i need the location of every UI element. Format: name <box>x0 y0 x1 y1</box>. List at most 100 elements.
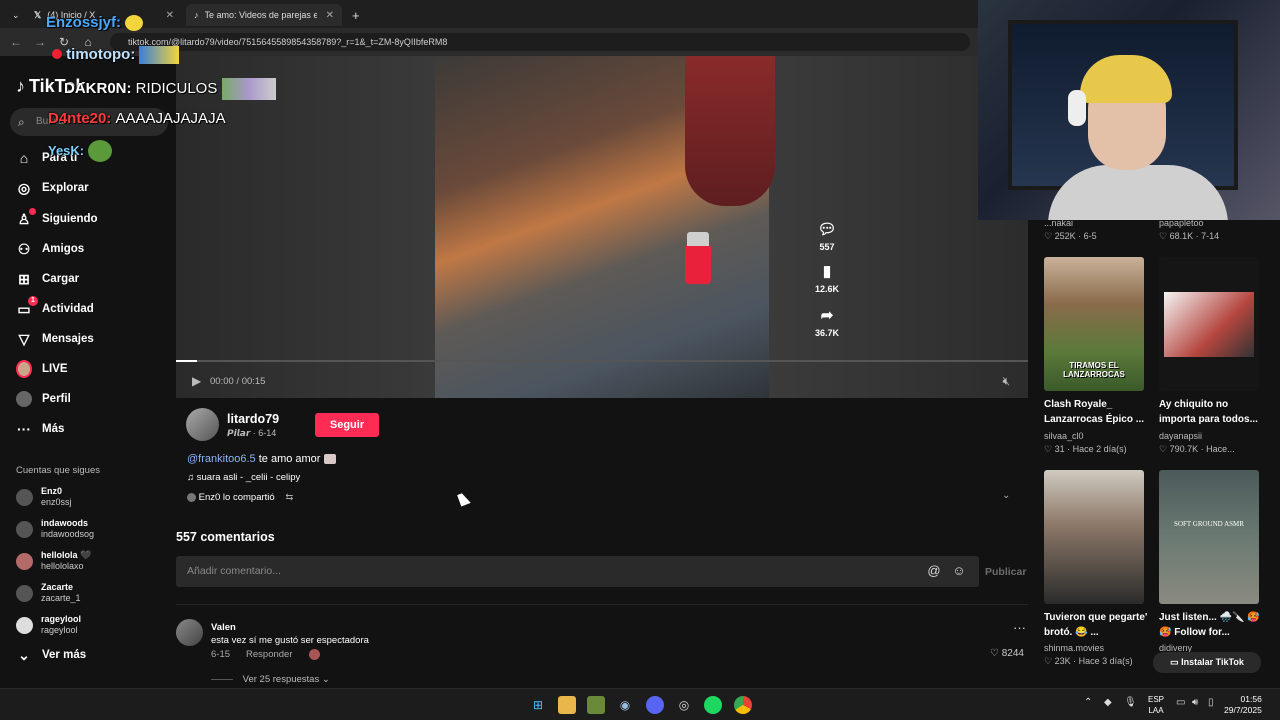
install-tiktok-button[interactable]: ▭ Instalar TikTok <box>1153 652 1261 673</box>
system-clock[interactable]: 01:56 29/7/2025 <box>1224 694 1262 716</box>
publish-button[interactable]: Publicar <box>985 566 1026 578</box>
sticker-icon <box>323 454 336 465</box>
mention-link[interactable]: @frankitoo6.5 <box>187 453 256 465</box>
discord-icon[interactable] <box>646 696 664 714</box>
minecraft-icon[interactable] <box>587 696 605 714</box>
related-title[interactable]: Just listen... 🌧️🔪 🥵🥵 Follow for... <box>1159 610 1265 640</box>
following-name: Enz0 <box>41 486 63 496</box>
spotify-icon[interactable] <box>704 696 722 714</box>
follow-button[interactable]: Seguir <box>315 413 379 437</box>
microphone-icon[interactable]: 🎙︎ <box>1124 697 1137 708</box>
video-progress-bar[interactable] <box>176 360 1028 362</box>
forward-button[interactable]: → <box>32 34 48 50</box>
following-handle: enz0ssj <box>41 497 72 507</box>
related-thumbnail[interactable]: SOFT GROUND ASMR <box>1159 470 1259 604</box>
related-title[interactable]: Tuvieron que pegarte' brotó. 😂 ... <box>1044 610 1150 640</box>
view-replies-button[interactable]: Ver 25 respuestas ⌄ <box>211 674 330 685</box>
video-player[interactable]: ▶ 00:00 / 00:15 🔇︎ <box>176 56 1028 398</box>
sidebar-item-label: Mensajes <box>42 333 94 345</box>
windows-start-icon[interactable]: ⊞ <box>529 696 547 714</box>
avatar <box>16 552 33 570</box>
comment-input[interactable]: Añadir comentario... <box>176 556 979 587</box>
related-thumbnail[interactable]: TIRAMOS EL LANZARROCAS <box>1044 257 1144 391</box>
sidebar-item-label: Actividad <box>42 303 94 315</box>
sidebar-item-siguiendo[interactable]: ♙ Siguiendo <box>16 208 98 230</box>
steam-icon[interactable]: ◉ <box>616 696 634 714</box>
sidebar-item-label: Explorar <box>42 182 89 194</box>
sidebar-item-mas[interactable]: ··· Más <box>16 418 64 440</box>
video-blur-background <box>176 56 435 398</box>
related-author[interactable]: shinma.movies <box>1044 643 1104 653</box>
more-icon[interactable]: ··· <box>1013 620 1026 635</box>
emote-icon <box>221 78 276 100</box>
avatar <box>16 616 33 634</box>
author-avatar[interactable] <box>186 408 219 441</box>
notification-dot <box>29 208 36 215</box>
sidebar-item-explorar[interactable]: ◎ Explorar <box>16 177 89 199</box>
sidebar-item-label: Más <box>42 423 65 435</box>
related-title[interactable]: Clash Royale_ Lanzarrocas Épico ... <box>1044 397 1150 427</box>
mention-icon[interactable]: @ <box>927 564 941 578</box>
x-logo-icon: 𝕏 <box>34 9 42 20</box>
arrow-left-icon: ← <box>10 35 22 49</box>
reply-button[interactable]: Responder <box>246 649 292 660</box>
video-frame <box>435 56 775 398</box>
emote-icon <box>88 140 113 162</box>
play-icon[interactable]: ▶ <box>192 374 201 388</box>
related-meta: ♡ 790.7K · Hace... <box>1159 444 1235 454</box>
browser-tab-bar: ⌄ 𝕏 (4) Inicio / X ✕ ♪ Te amo: Videos de… <box>0 0 978 28</box>
obs-icon[interactable]: ◎ <box>675 696 693 714</box>
file-explorer-icon[interactable] <box>558 696 576 714</box>
language-indicator[interactable]: ESP LAA <box>1148 694 1164 716</box>
see-more-button[interactable]: ⌄ Ver más <box>16 644 86 666</box>
sidebar-item-actividad[interactable]: ▭ 1 Actividad <box>16 296 94 320</box>
music-link[interactable]: ♫ suara asli - _celii - celipy <box>187 472 300 483</box>
tray-app-icon[interactable]: ◆ <box>1104 697 1112 708</box>
sidebar-item-cargar[interactable]: ⊞ Cargar <box>16 268 79 290</box>
video-content-image <box>685 56 775 206</box>
sidebar-item-mensajes[interactable]: ▽ Mensajes <box>16 328 94 350</box>
following-item[interactable]: rageylool rageylool <box>16 611 81 639</box>
following-item[interactable]: indawoods indawoodsog <box>16 515 94 543</box>
tray-chevron-icon[interactable]: ⌃ <box>1084 697 1092 708</box>
comment-action[interactable]: 💬︎ 557 <box>810 220 844 252</box>
sidebar-item-amigos[interactable]: ⚇ Amigos <box>16 238 84 260</box>
emoji-icon[interactable]: ☺ <box>952 564 966 578</box>
avatar[interactable] <box>176 619 203 646</box>
comment-likes[interactable]: ♡ 8244 <box>990 648 1024 659</box>
related-title[interactable]: Ay chiquito no importa para todos... <box>1159 397 1265 427</box>
share-action[interactable]: ➦ 36.7K <box>810 306 844 338</box>
following-item[interactable]: Enz0 enz0ssj <box>16 483 72 511</box>
author-name[interactable]: litardo79 <box>227 412 279 426</box>
install-label: Instalar TikTok <box>1181 657 1244 667</box>
related-thumbnail[interactable] <box>1159 257 1259 391</box>
post-caption: @frankitoo6.5 te amo amor <box>187 453 336 465</box>
comment-date: 6-15 <box>211 649 231 660</box>
compass-icon: ◎ <box>17 179 31 196</box>
comment-text: esta vez sí me gustó ser espectadora <box>211 635 369 646</box>
bookmark-action[interactable]: ▮ 12.6K <box>810 262 844 294</box>
chat-user: DAKR0N: <box>64 79 132 97</box>
related-author[interactable]: silvaa_cl0 <box>1044 431 1084 441</box>
chevron-down-icon[interactable]: ⌄ <box>1002 490 1010 501</box>
tab-list-button[interactable]: ⌄ <box>4 4 22 26</box>
comment-author[interactable]: Valen <box>211 622 236 633</box>
new-tab-button[interactable]: + <box>344 4 362 26</box>
related-thumbnail[interactable] <box>1044 470 1144 604</box>
volume-icon[interactable]: 🔊︎ <box>1192 697 1198 708</box>
close-icon[interactable]: ✕ <box>326 10 334 21</box>
back-button[interactable]: ← <box>8 34 24 50</box>
chat-message: Enzossjyf: <box>46 14 144 32</box>
following-item[interactable]: hellolola 🖤 hellololaxo <box>16 547 91 575</box>
following-item[interactable]: Zacarte zacarte_1 <box>16 579 81 607</box>
network-icon[interactable]: ▭ <box>1176 697 1185 708</box>
tab-tiktok-video[interactable]: ♪ Te amo: Videos de parejas ena ✕ <box>186 4 342 26</box>
close-icon[interactable]: ✕ <box>166 10 174 21</box>
sidebar-item-perfil[interactable]: Perfil <box>16 388 71 410</box>
chrome-icon[interactable] <box>734 696 752 714</box>
url-field[interactable]: tiktok.com/@litardo79/video/751564558985… <box>110 33 970 51</box>
sidebar-item-live[interactable]: LIVE <box>16 358 68 380</box>
volume-muted-icon[interactable]: 🔇︎ <box>1002 374 1010 389</box>
battery-icon[interactable]: ▯ <box>1208 697 1214 708</box>
related-author[interactable]: dayanapsii <box>1159 431 1202 441</box>
